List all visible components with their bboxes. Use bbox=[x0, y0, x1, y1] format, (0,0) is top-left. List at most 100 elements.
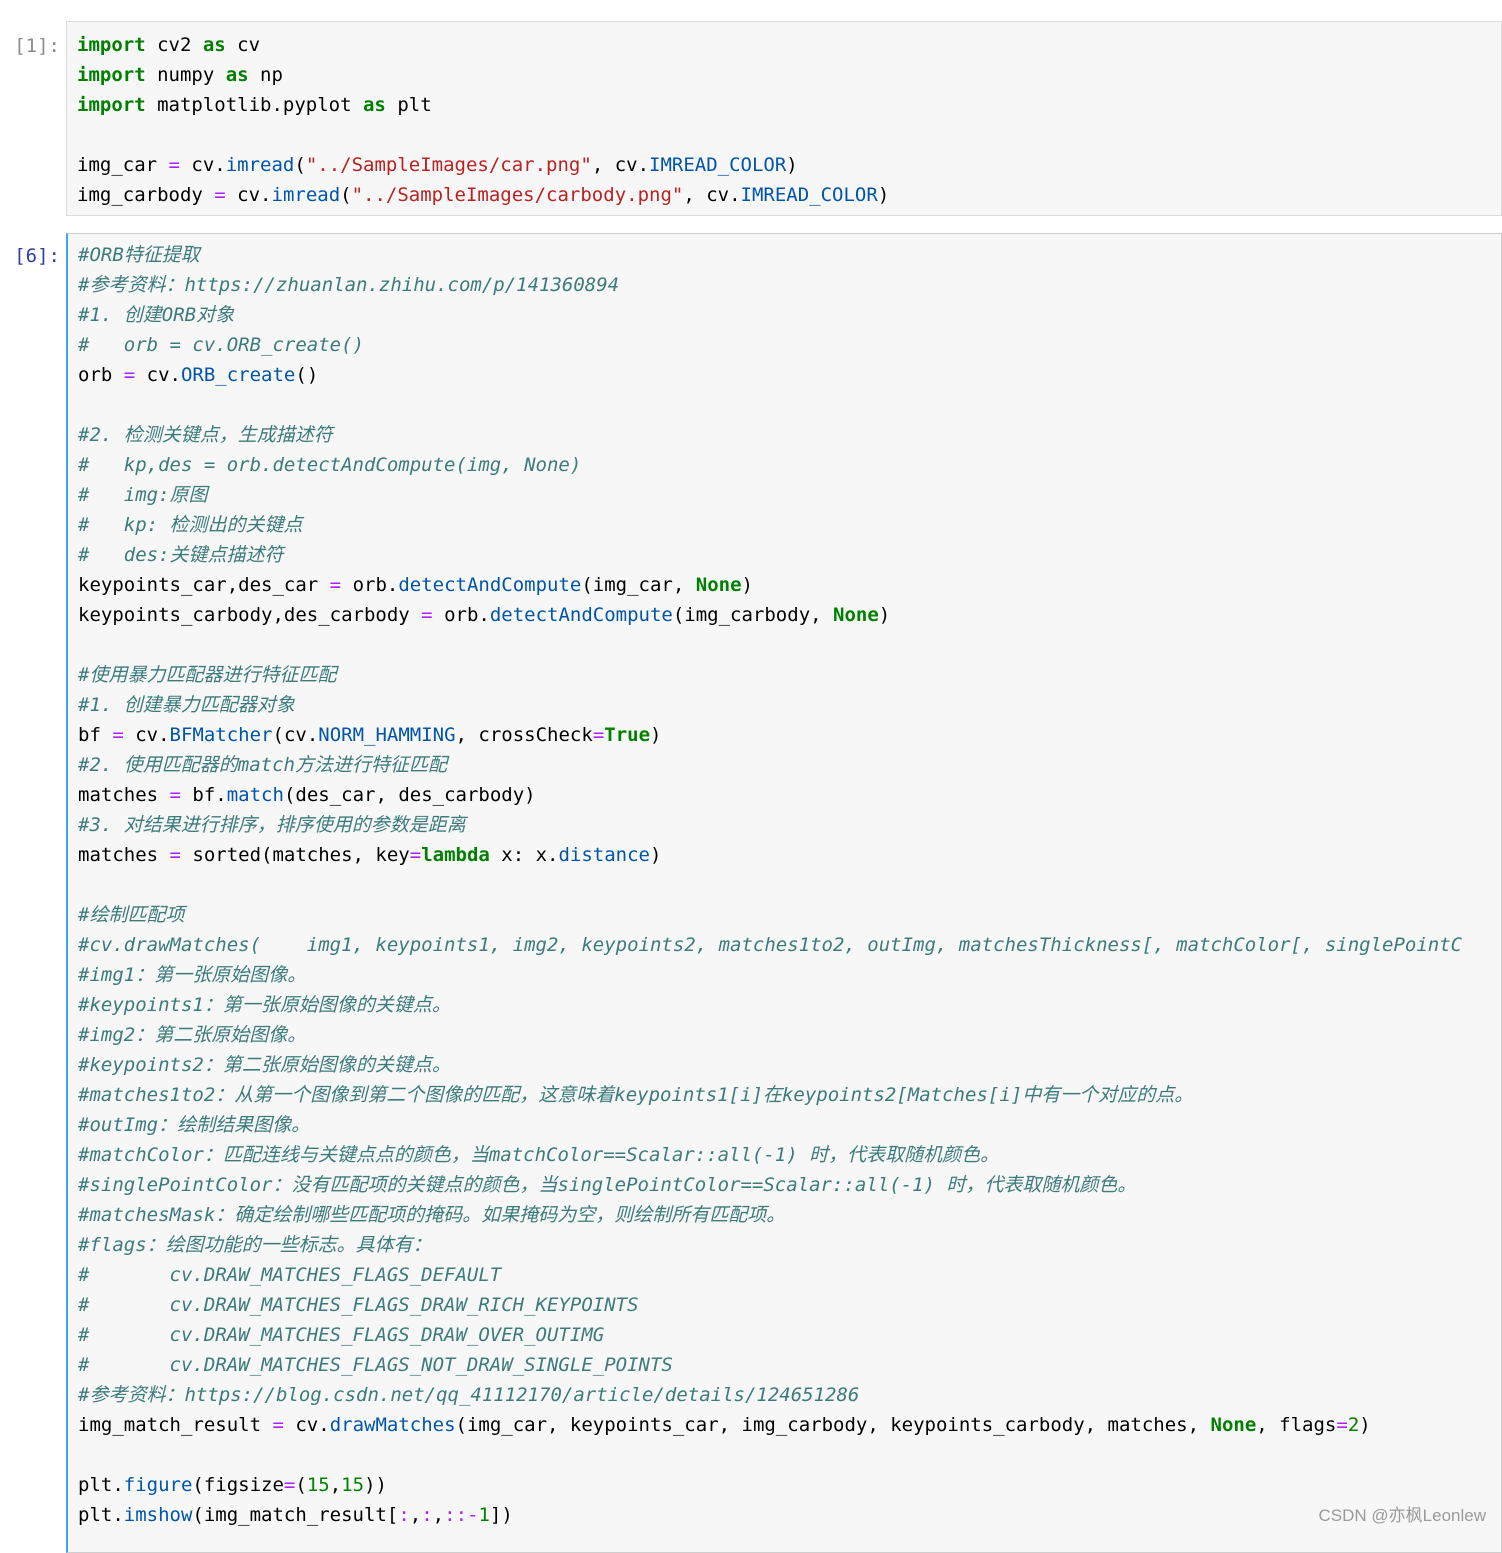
code-input[interactable]: #ORB特征提取 #参考资料：https://zhuanlan.zhihu.com… bbox=[66, 233, 1502, 1553]
code-line: #绘制匹配项 bbox=[68, 900, 1501, 930]
code-token-cmt: # des:关键点描述符 bbox=[78, 544, 284, 566]
code-token-cmt: # kp,des = orb.detectAndCompute(img, Non… bbox=[78, 454, 582, 476]
code-line: #img2：第二张原始图像。 bbox=[68, 1020, 1501, 1050]
code-token-cmt: #1. 创建暴力匹配器对象 bbox=[78, 694, 295, 716]
code-line: orb = cv.ORB_create() bbox=[68, 360, 1501, 390]
code-line: img_carbody = cv.imread("../SampleImages… bbox=[67, 180, 1501, 210]
code-token-num: 1 bbox=[478, 1504, 490, 1526]
code-token-op: : bbox=[421, 1504, 433, 1526]
code-line: import cv2 as cv bbox=[67, 30, 1501, 60]
code-token-kw: lambda bbox=[421, 844, 490, 866]
code-token-plain: np bbox=[248, 64, 283, 86]
code-token-kw: as bbox=[225, 64, 249, 86]
code-line: #singlePointColor：没有匹配项的关键点的颜色，当singlePo… bbox=[68, 1170, 1501, 1200]
code-token-cmt: #1. 创建ORB对象 bbox=[78, 304, 235, 326]
code-line: # cv.DRAW_MATCHES_FLAGS_DEFAULT bbox=[68, 1260, 1501, 1290]
code-token-plain: cv2 bbox=[145, 34, 203, 56]
code-token-plain: matches bbox=[78, 844, 170, 866]
code-token-plain: cv bbox=[225, 34, 261, 56]
code-token-op: = bbox=[214, 184, 226, 206]
code-token-plain: cv. bbox=[225, 184, 272, 206]
code-token-plain: , bbox=[329, 1474, 342, 1496]
code-token-plain: )) bbox=[364, 1474, 387, 1496]
code-token-cmt: #keypoints1：第一张原始图像的关键点。 bbox=[78, 994, 451, 1016]
code-token-plain: ( bbox=[340, 184, 352, 206]
code-token-plain: (img_match_result[ bbox=[192, 1504, 399, 1526]
code-token-cmt: #参考资料：https://blog.csdn.net/qq_41112170/… bbox=[78, 1384, 860, 1406]
code-line: #flags：绘图功能的一些标志。具体有： bbox=[68, 1230, 1501, 1260]
code-token-plain: (img_carbody, bbox=[672, 604, 834, 626]
code-token-plain: ) bbox=[650, 844, 662, 866]
code-token-plain: keypoints_car,des_car bbox=[78, 574, 330, 596]
code-token-plain: cv. bbox=[179, 154, 226, 176]
code-token-attr: BFMatcher bbox=[169, 724, 273, 746]
code-input[interactable]: import cv2 as cv import numpy as np import… bbox=[66, 21, 1502, 216]
code-line: #2. 使用匹配器的match方法进行特征匹配 bbox=[68, 750, 1501, 780]
code-token-plain: orb. bbox=[341, 574, 399, 596]
code-token-plain: ( bbox=[294, 154, 306, 176]
code-token-op: = bbox=[272, 1414, 284, 1436]
code-token-cmt: # cv.DRAW_MATCHES_FLAGS_NOT_DRAW_SINGLE_… bbox=[78, 1354, 673, 1376]
code-token-op: ::- bbox=[444, 1504, 479, 1526]
code-line: keypoints_carbody,des_carbody = orb.dete… bbox=[68, 600, 1501, 630]
code-token-plain: , flags bbox=[1256, 1414, 1337, 1436]
code-token-plain: ) bbox=[1359, 1414, 1371, 1436]
code-token-cmt: #keypoints2：第二张原始图像的关键点。 bbox=[78, 1054, 451, 1076]
code-token-attr: distance bbox=[558, 844, 650, 866]
code-token-cmt: #绘制匹配项 bbox=[78, 904, 185, 926]
code-token-plain: orb. bbox=[432, 604, 490, 626]
code-token-kw: True bbox=[604, 724, 651, 746]
code-line: matches = sorted(matches, key=lambda x: … bbox=[68, 840, 1501, 870]
code-line: # cv.DRAW_MATCHES_FLAGS_NOT_DRAW_SINGLE_… bbox=[68, 1350, 1501, 1380]
code-token-cmt: #singlePointColor：没有匹配项的关键点的颜色，当singlePo… bbox=[78, 1174, 1137, 1196]
code-cell[interactable]: [1]: import cv2 as cv import numpy as np i… bbox=[0, 21, 1502, 217]
code-token-cmt: #2. 使用匹配器的match方法进行特征匹配 bbox=[78, 754, 447, 776]
code-token-plain: orb bbox=[78, 364, 124, 386]
code-line: #1. 创建ORB对象 bbox=[68, 300, 1501, 330]
code-token-plain: , bbox=[409, 1504, 422, 1526]
code-token-attr: imshow bbox=[123, 1504, 193, 1526]
code-token-cmt: # orb = cv.ORB_create() bbox=[78, 334, 364, 356]
code-line: #cv.drawMatches( img1, keypoints1, img2,… bbox=[68, 930, 1501, 960]
code-token-plain: , cv. bbox=[683, 184, 741, 206]
code-token-plain: () bbox=[295, 364, 319, 386]
code-token-attr: figure bbox=[123, 1474, 193, 1496]
code-token-op: = bbox=[169, 784, 181, 806]
code-token-cmt: #3. 对结果进行排序，排序使用的参数是距离 bbox=[78, 814, 466, 836]
code-line: # des:关键点描述符 bbox=[68, 540, 1501, 570]
code-line: bf = cv.BFMatcher(cv.NORM_HAMMING, cross… bbox=[68, 720, 1501, 750]
code-token-plain: plt. bbox=[78, 1504, 124, 1526]
code-token-cmt: #img2：第二张原始图像。 bbox=[78, 1024, 307, 1046]
code-token-plain: ) bbox=[877, 184, 890, 206]
code-token-op: = bbox=[409, 844, 422, 866]
code-cell[interactable]: [6]: #ORB特征提取 #参考资料：https://zhuanlan.zhih… bbox=[0, 233, 1502, 1553]
code-token-plain: matches bbox=[78, 784, 170, 806]
code-token-plain: ) bbox=[741, 574, 753, 596]
code-token-cmt: #参考资料：https://zhuanlan.zhihu.com/p/14136… bbox=[78, 274, 620, 296]
code-token-attr: drawMatches bbox=[329, 1414, 456, 1436]
code-token-cmt: #matchesMask：确定绘制哪些匹配项的掩码。如果掩码为空，则绘制所有匹配… bbox=[78, 1204, 786, 1226]
code-token-plain: ]) bbox=[489, 1504, 513, 1526]
cell-prompt: [1]: bbox=[14, 35, 60, 57]
code-token-op: = bbox=[421, 604, 433, 626]
code-token-num: 2 bbox=[1347, 1414, 1360, 1436]
code-token-op: = bbox=[112, 724, 124, 746]
code-token-plain: bf. bbox=[180, 784, 227, 806]
code-token-cmt: #cv.drawMatches( img1, keypoints1, img2,… bbox=[78, 934, 1463, 956]
code-token-plain: ) bbox=[650, 724, 662, 746]
code-line: # kp: 检测出的关键点 bbox=[68, 510, 1501, 540]
code-token-str: "../SampleImages/car.png" bbox=[305, 154, 592, 176]
code-token-plain: cv. bbox=[135, 364, 181, 386]
code-token-attr: ORB_create bbox=[180, 364, 296, 386]
code-token-plain: , bbox=[432, 1504, 445, 1526]
code-line: #outImg：绘制结果图像。 bbox=[68, 1110, 1501, 1140]
code-token-kw: as bbox=[362, 94, 386, 116]
code-token-op: = bbox=[283, 1474, 296, 1496]
code-line: #img1：第一张原始图像。 bbox=[68, 960, 1501, 990]
code-token-op: = bbox=[592, 724, 605, 746]
code-token-plain: (cv. bbox=[272, 724, 319, 746]
